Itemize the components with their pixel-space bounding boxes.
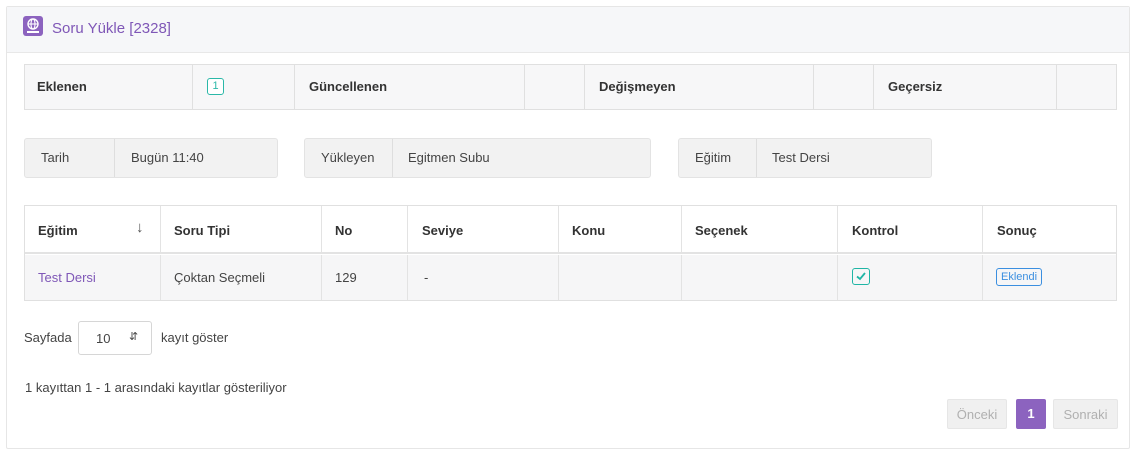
th-control[interactable]: Kontrol xyxy=(838,206,983,252)
cell-option xyxy=(682,255,838,300)
th-result[interactable]: Sonuç xyxy=(983,206,1116,252)
th-no[interactable]: No xyxy=(322,206,408,252)
info-course-label: Eğitim xyxy=(679,139,757,177)
status-badge: Eklendi xyxy=(996,268,1043,286)
info-course-value: Test Dersi xyxy=(772,150,830,165)
th-topic[interactable]: Konu xyxy=(559,206,682,252)
summary-unchanged-label: Değişmeyen xyxy=(599,79,676,94)
th-control-label: Kontrol xyxy=(852,223,899,238)
page-size-suffix: kayıt göster xyxy=(161,330,229,345)
summary-unchanged-count-cell xyxy=(814,65,874,109)
summary-invalid: Geçersiz xyxy=(874,65,1057,109)
added-count-badge: 1 xyxy=(207,78,224,95)
cell-level: - xyxy=(408,255,559,300)
th-type[interactable]: Soru Tipi xyxy=(161,206,322,252)
page-size-value: 10 xyxy=(96,331,111,346)
results-table: Eğitim ↓ Soru Tipi No Seviye Konu Seçene… xyxy=(24,205,1117,301)
summary-added: Eklenen xyxy=(25,65,193,109)
cell-course: Test Dersi xyxy=(25,255,161,300)
cell-result: Eklendi xyxy=(983,255,1116,300)
prev-page-button[interactable]: Önceki xyxy=(947,399,1007,429)
info-date: Tarih Bugün 11:40 xyxy=(24,138,278,178)
info-course: Eğitim Test Dersi xyxy=(678,138,932,178)
summary-updated-label: Güncellenen xyxy=(309,79,388,94)
cell-control xyxy=(838,255,983,300)
summary-added-count-cell: 1 xyxy=(193,65,295,109)
info-uploader-label: Yükleyen xyxy=(305,139,393,177)
th-course[interactable]: Eğitim ↓ xyxy=(25,206,161,252)
info-uploader: Yükleyen Egitmen Subu xyxy=(304,138,651,178)
pagination: Önceki 1 Sonraki xyxy=(947,399,1119,429)
summary-updated-count-cell xyxy=(525,65,585,109)
th-type-label: Soru Tipi xyxy=(174,223,231,238)
page-title: Soru Yükle [2328] xyxy=(52,20,171,37)
th-level-label: Seviye xyxy=(422,223,464,238)
course-link[interactable]: Test Dersi xyxy=(38,270,96,285)
table-row: Test Dersi Çoktan Seçmeli 129 - Eklendi xyxy=(25,255,1116,300)
sort-updown-icon: ⇵ xyxy=(129,331,139,343)
info-date-label: Tarih xyxy=(25,139,115,177)
cell-level-value: - xyxy=(424,270,429,285)
th-option-label: Seçenek xyxy=(695,223,748,238)
th-no-label: No xyxy=(335,223,353,238)
cell-no-value: 129 xyxy=(335,270,357,285)
arrow-down-icon[interactable]: ↓ xyxy=(136,219,144,236)
summary-unchanged: Değişmeyen xyxy=(585,65,814,109)
cell-topic xyxy=(559,255,682,300)
records-info: 1 kayıttan 1 - 1 arasındaki kayıtlar gös… xyxy=(25,380,287,395)
check-icon xyxy=(852,268,870,285)
next-page-button[interactable]: Sonraki xyxy=(1053,399,1118,429)
summary-bar: Eklenen 1 Güncellenen Değişmeyen Geçersi… xyxy=(24,64,1117,110)
page-size-prefix: Sayfada xyxy=(24,330,72,345)
th-option[interactable]: Seçenek xyxy=(682,206,838,252)
cell-type-value: Çoktan Seçmeli xyxy=(174,270,266,285)
globe-book-icon xyxy=(23,16,43,36)
summary-invalid-label: Geçersiz xyxy=(888,79,943,94)
th-level[interactable]: Seviye xyxy=(408,206,559,252)
summary-added-label: Eklenen xyxy=(37,79,87,94)
page-size-select[interactable]: 10 ⇵ xyxy=(78,321,152,355)
th-result-label: Sonuç xyxy=(997,223,1037,238)
summary-invalid-count-cell xyxy=(1057,65,1116,109)
cell-type: Çoktan Seçmeli xyxy=(161,255,322,300)
info-uploader-value: Egitmen Subu xyxy=(408,150,490,165)
info-date-value: Bugün 11:40 xyxy=(131,150,204,165)
summary-updated: Güncellenen xyxy=(295,65,525,109)
table-header: Eğitim ↓ Soru Tipi No Seviye Konu Seçene… xyxy=(25,206,1116,254)
th-course-label: Eğitim xyxy=(38,223,78,238)
page-1-button[interactable]: 1 xyxy=(1016,399,1046,429)
upload-panel: Soru Yükle [2328] Eklenen 1 Güncellenen … xyxy=(6,6,1130,449)
th-topic-label: Konu xyxy=(572,223,606,238)
cell-no: 129 xyxy=(322,255,408,300)
panel-header: Soru Yükle [2328] xyxy=(7,7,1129,53)
